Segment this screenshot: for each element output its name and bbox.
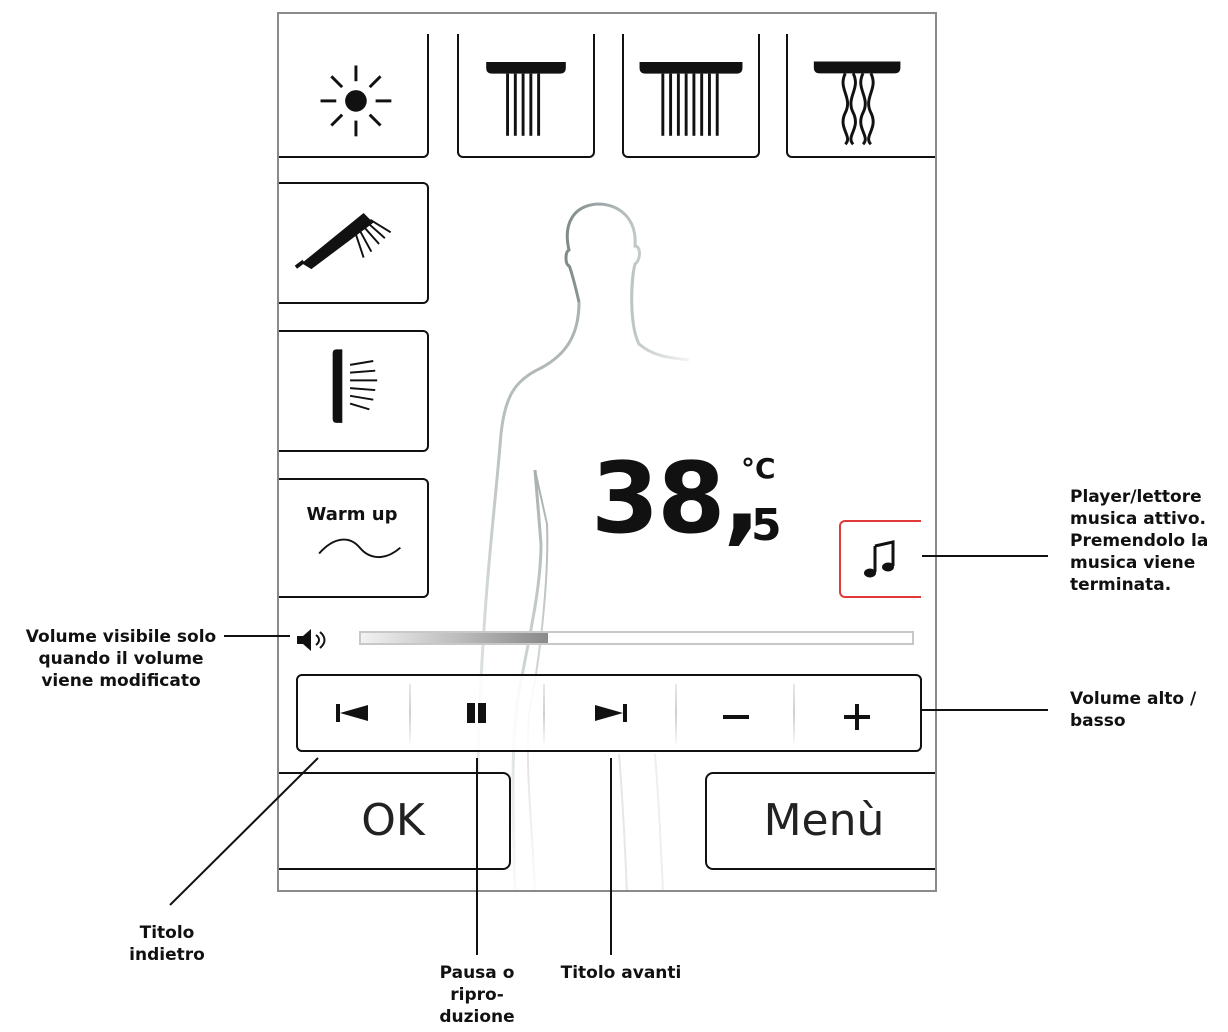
- callout-music-player: Player/lettore musica attivo. Premendolo…: [1070, 486, 1228, 596]
- callout-pause-play: Pausa o ripro- duzione: [427, 962, 527, 1028]
- callout-line: quando il volume: [38, 649, 204, 669]
- callout-line: Pausa o: [439, 963, 515, 983]
- callout-volume-visible: Volume visibile solo quando il volume vi…: [10, 626, 232, 692]
- callout-line: Volume alto /: [1070, 689, 1197, 709]
- callout-line: terminata.: [1070, 575, 1172, 595]
- callout-line: musica attivo.: [1070, 509, 1206, 529]
- callout-line: indietro: [129, 945, 205, 965]
- callout-line: Premendolo la: [1070, 531, 1209, 551]
- callout-line: musica viene: [1070, 553, 1196, 573]
- callout-track-back: Titolo indietro: [112, 922, 222, 966]
- callout-line: viene modificato: [41, 671, 201, 691]
- callout-line: Titolo: [139, 923, 195, 943]
- callout-volume-up-down: Volume alto / basso: [1070, 688, 1228, 732]
- callout-line: basso: [1070, 711, 1126, 731]
- callout-lines: [169, 555, 1048, 955]
- callout-line: Titolo avanti: [560, 963, 682, 983]
- callout-line: Volume visibile solo: [25, 627, 217, 647]
- callout-line: ripro-: [450, 985, 504, 1005]
- callout-track-forward: Titolo avanti: [556, 962, 686, 984]
- callout-line: duzione: [439, 1007, 515, 1027]
- callout-line: Player/lettore: [1070, 487, 1202, 507]
